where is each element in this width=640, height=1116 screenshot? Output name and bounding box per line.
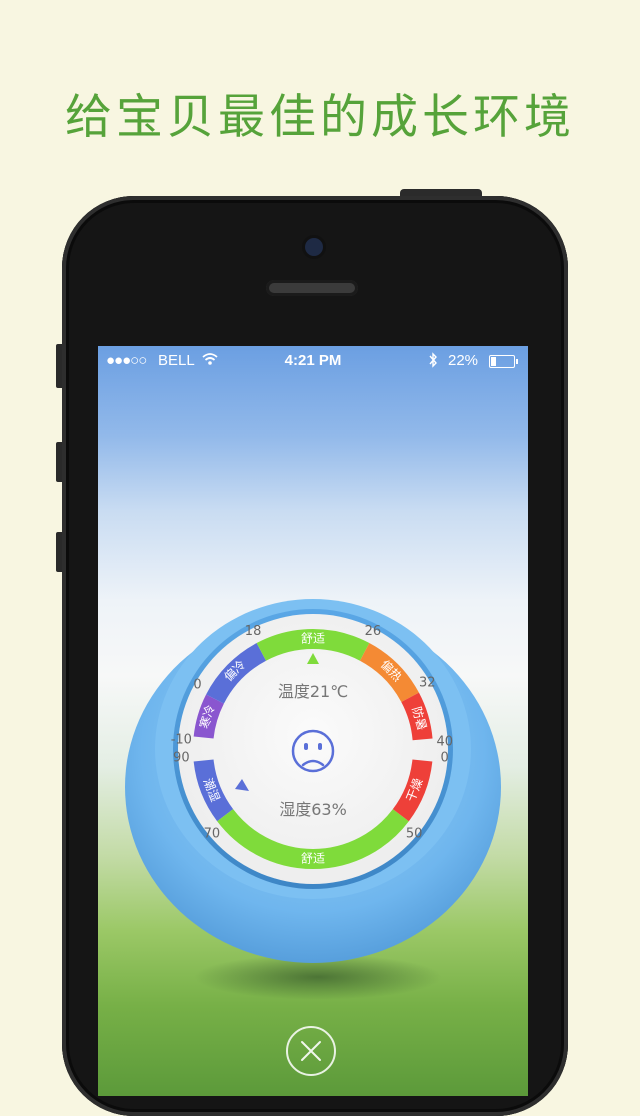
- humidity-scale-label: 90: [173, 751, 190, 766]
- humidity-scale-label: 50: [406, 826, 423, 841]
- temp-scale-label: 32: [419, 676, 436, 691]
- status-bar: ●●●○○ BELL 4:21 PM 22%: [98, 346, 528, 376]
- humidity-scale-label: 70: [204, 826, 221, 841]
- front-camera: [305, 238, 323, 256]
- close-button[interactable]: [286, 1026, 336, 1076]
- earpiece-speaker: [266, 280, 358, 296]
- humidity-reading: 湿度63%: [279, 800, 347, 819]
- battery-icon: [489, 355, 518, 368]
- temp-scale-label: 40: [437, 735, 454, 750]
- humidity-scale-label: 0: [441, 751, 449, 766]
- bluetooth-icon: [428, 352, 438, 372]
- thermo-hygrometer-dial: 寒冷偏冷舒适偏热防暑潮湿舒适干燥 -10018 2632409070 500 温度2…: [125, 599, 501, 963]
- close-icon: [301, 1041, 321, 1061]
- temp-scale-label: 0: [193, 678, 201, 693]
- phone-screen: ●●●○○ BELL 4:21 PM 22% 寒冷 偏冷 舒适 偏热 防暑 潮湿…: [98, 346, 528, 1096]
- humidity-zone-label: 舒适: [301, 852, 325, 866]
- headline: 给宝贝最佳的成长环境: [65, 90, 575, 145]
- temp-zone-label: 舒适: [301, 632, 325, 646]
- temp-scale-label: -10: [171, 732, 192, 747]
- temp-scale-label: 26: [365, 624, 382, 639]
- battery-percent: 22%: [448, 352, 479, 369]
- temp-scale-label: 18: [245, 624, 262, 639]
- temperature-reading: 温度21℃: [278, 682, 348, 701]
